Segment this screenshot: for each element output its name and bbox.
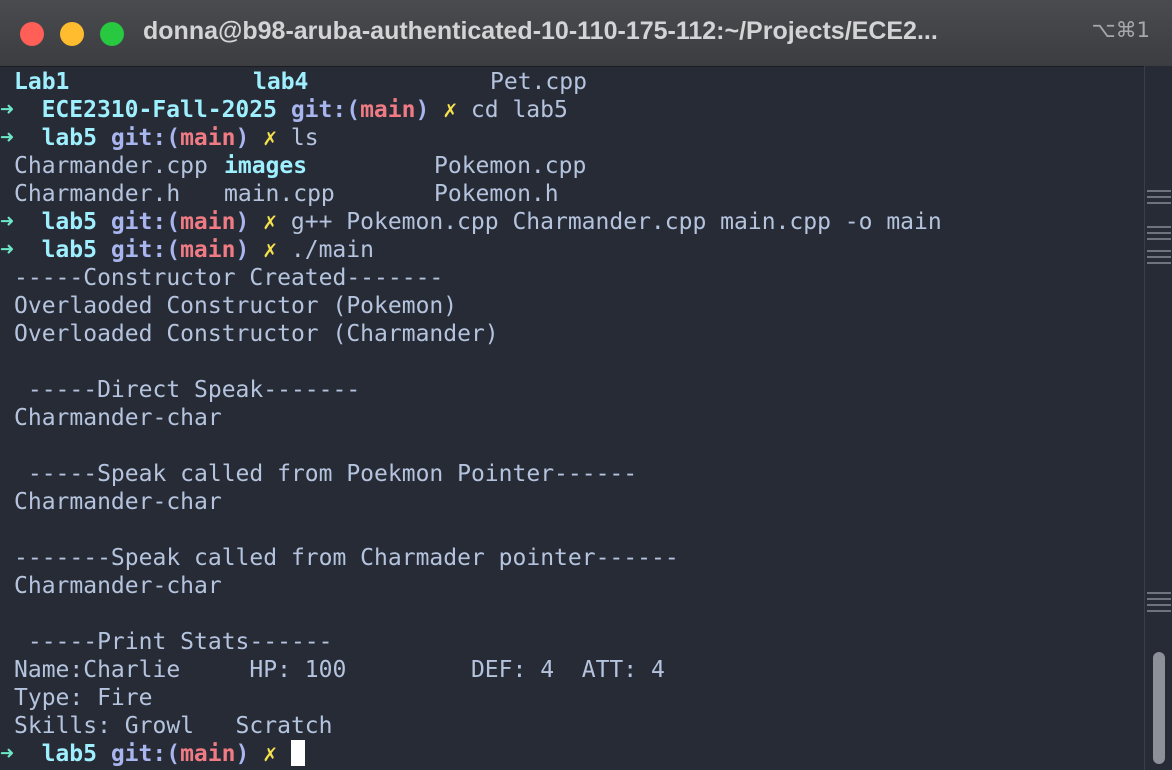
dirty-mark-icon: ✗ xyxy=(263,209,278,235)
git-label: git: xyxy=(110,741,167,767)
ls-entry-file: main.cpp xyxy=(224,181,335,207)
output-line: Type: Fire xyxy=(14,685,153,711)
git-branch: main xyxy=(180,741,236,767)
prompt-arrow-icon: ➜ xyxy=(0,741,14,767)
output-line: Charmander-char xyxy=(14,573,222,599)
scroll-mark xyxy=(1147,262,1171,264)
output-line: Charmander-char xyxy=(14,405,222,431)
scroll-mark xyxy=(1147,232,1171,234)
output-line: Charmander-char xyxy=(14,489,222,515)
dirty-mark-icon: ✗ xyxy=(263,125,278,151)
text-cursor[interactable] xyxy=(290,740,305,766)
dirty-mark-icon: ✗ xyxy=(443,97,458,123)
close-button[interactable] xyxy=(20,22,44,46)
prompt-directory: lab5 xyxy=(41,237,97,263)
title-bar[interactable]: donna@b98-aruba-authenticated-10-110-175… xyxy=(0,0,1172,67)
prompt-arrow-icon: ➜ xyxy=(0,209,14,235)
prompt-line: ➜ lab5 git:(main) ✗ g++ Pokemon.cpp Char… xyxy=(0,208,942,236)
git-branch: main xyxy=(360,97,416,123)
paren: ( xyxy=(166,237,181,263)
paren: ) xyxy=(235,237,250,263)
git-label: git: xyxy=(110,125,167,151)
ls-output-row: Lab1 lab4 Pet.cpp xyxy=(14,68,587,96)
scroll-mark xyxy=(1147,598,1171,600)
paren: ) xyxy=(235,741,250,767)
output-line: -----Print Stats------ xyxy=(14,629,333,655)
window-shortcut: ⌥⌘1 xyxy=(1091,18,1150,42)
git-label: git: xyxy=(110,209,167,235)
output-line: Overlaoded Constructor (Pokemon) xyxy=(14,293,458,319)
git-branch: main xyxy=(180,125,236,151)
git-branch: main xyxy=(180,237,236,263)
git-label: git: xyxy=(110,237,167,263)
paren: ( xyxy=(166,741,181,767)
output-line: -------Speak called from Charmader point… xyxy=(14,545,679,571)
scroll-mark xyxy=(1147,610,1171,612)
ls-output-row: Charmander.h main.cpp Pokemon.h xyxy=(14,180,559,208)
dirty-mark-icon: ✗ xyxy=(263,741,278,767)
prompt-arrow-icon: ➜ xyxy=(0,97,14,123)
ls-entry-dir: lab4 xyxy=(253,69,309,95)
output-line: Name:Charlie HP: 100 DEF: 4 ATT: 4 xyxy=(14,657,665,683)
window-title: donna@b98-aruba-authenticated-10-110-175… xyxy=(143,17,938,45)
ls-entry-file: Pokemon.cpp xyxy=(434,153,587,179)
command-text: cd lab5 xyxy=(470,97,568,123)
ls-entry-file: Pokemon.h xyxy=(434,181,559,207)
paren: ( xyxy=(166,209,181,235)
paren: ( xyxy=(346,97,361,123)
paren: ) xyxy=(415,97,430,123)
prompt-line: ➜ lab5 git:(main) ✗ xyxy=(0,740,305,768)
prompt-directory: lab5 xyxy=(41,209,97,235)
scrollbar-thumb[interactable] xyxy=(1153,652,1165,764)
prompt-line: ➜ lab5 git:(main) ✗ ls xyxy=(0,124,319,152)
ls-entry-file: Charmander.cpp xyxy=(14,153,208,179)
scroll-mark xyxy=(1147,238,1171,240)
output-line: Overloaded Constructor (Charmander) xyxy=(14,321,499,347)
command-text: ./main xyxy=(290,237,374,263)
prompt-line: ➜ ECE2310-Fall-2025 git:(main) ✗ cd lab5 xyxy=(0,96,568,124)
git-label: git: xyxy=(290,97,347,123)
prompt-arrow-icon: ➜ xyxy=(0,125,14,151)
output-line: -----Speak called from Poekmon Pointer--… xyxy=(14,461,638,487)
prompt-directory: lab5 xyxy=(41,741,97,767)
git-branch: main xyxy=(180,209,236,235)
zoom-button[interactable] xyxy=(100,22,124,46)
paren: ) xyxy=(235,209,250,235)
ls-entry-dir: Lab1 xyxy=(14,69,70,95)
command-text: ls xyxy=(290,125,319,151)
command-text: g++ Pokemon.cpp Charmander.cpp main.cpp … xyxy=(290,209,942,235)
prompt-directory: ECE2310-Fall-2025 xyxy=(41,97,277,123)
vertical-scrollbar[interactable] xyxy=(1144,66,1172,770)
ls-entry-file: Pet.cpp xyxy=(490,69,587,95)
scroll-mark xyxy=(1147,250,1171,252)
scroll-mark xyxy=(1147,196,1171,198)
terminal-window: donna@b98-aruba-authenticated-10-110-175… xyxy=(0,0,1172,770)
scroll-mark xyxy=(1147,226,1171,228)
scroll-mark xyxy=(1147,592,1171,594)
minimize-button[interactable] xyxy=(60,22,84,46)
dirty-mark-icon: ✗ xyxy=(263,237,278,263)
output-line: Skills: Growl Scratch xyxy=(14,713,333,739)
terminal-content[interactable]: Lab1 lab4 Pet.cpp ➜ ECE2310-Fall-2025 git:… xyxy=(0,66,1144,770)
output-line: -----Constructor Created------- xyxy=(14,265,444,291)
ls-entry-dir: images xyxy=(224,153,308,179)
prompt-directory: lab5 xyxy=(41,125,97,151)
scroll-mark xyxy=(1147,190,1171,192)
output-line: -----Direct Speak------- xyxy=(14,377,361,403)
ls-output-row: Charmander.cpp images Pokemon.cpp xyxy=(14,152,586,180)
scroll-mark xyxy=(1147,604,1171,606)
prompt-arrow-icon: ➜ xyxy=(0,237,14,263)
paren: ) xyxy=(235,125,250,151)
prompt-line: ➜ lab5 git:(main) ✗ ./main xyxy=(0,236,374,264)
scroll-mark xyxy=(1147,256,1171,258)
scroll-mark xyxy=(1147,202,1171,204)
ls-entry-file: Charmander.h xyxy=(14,181,181,207)
paren: ( xyxy=(166,125,181,151)
